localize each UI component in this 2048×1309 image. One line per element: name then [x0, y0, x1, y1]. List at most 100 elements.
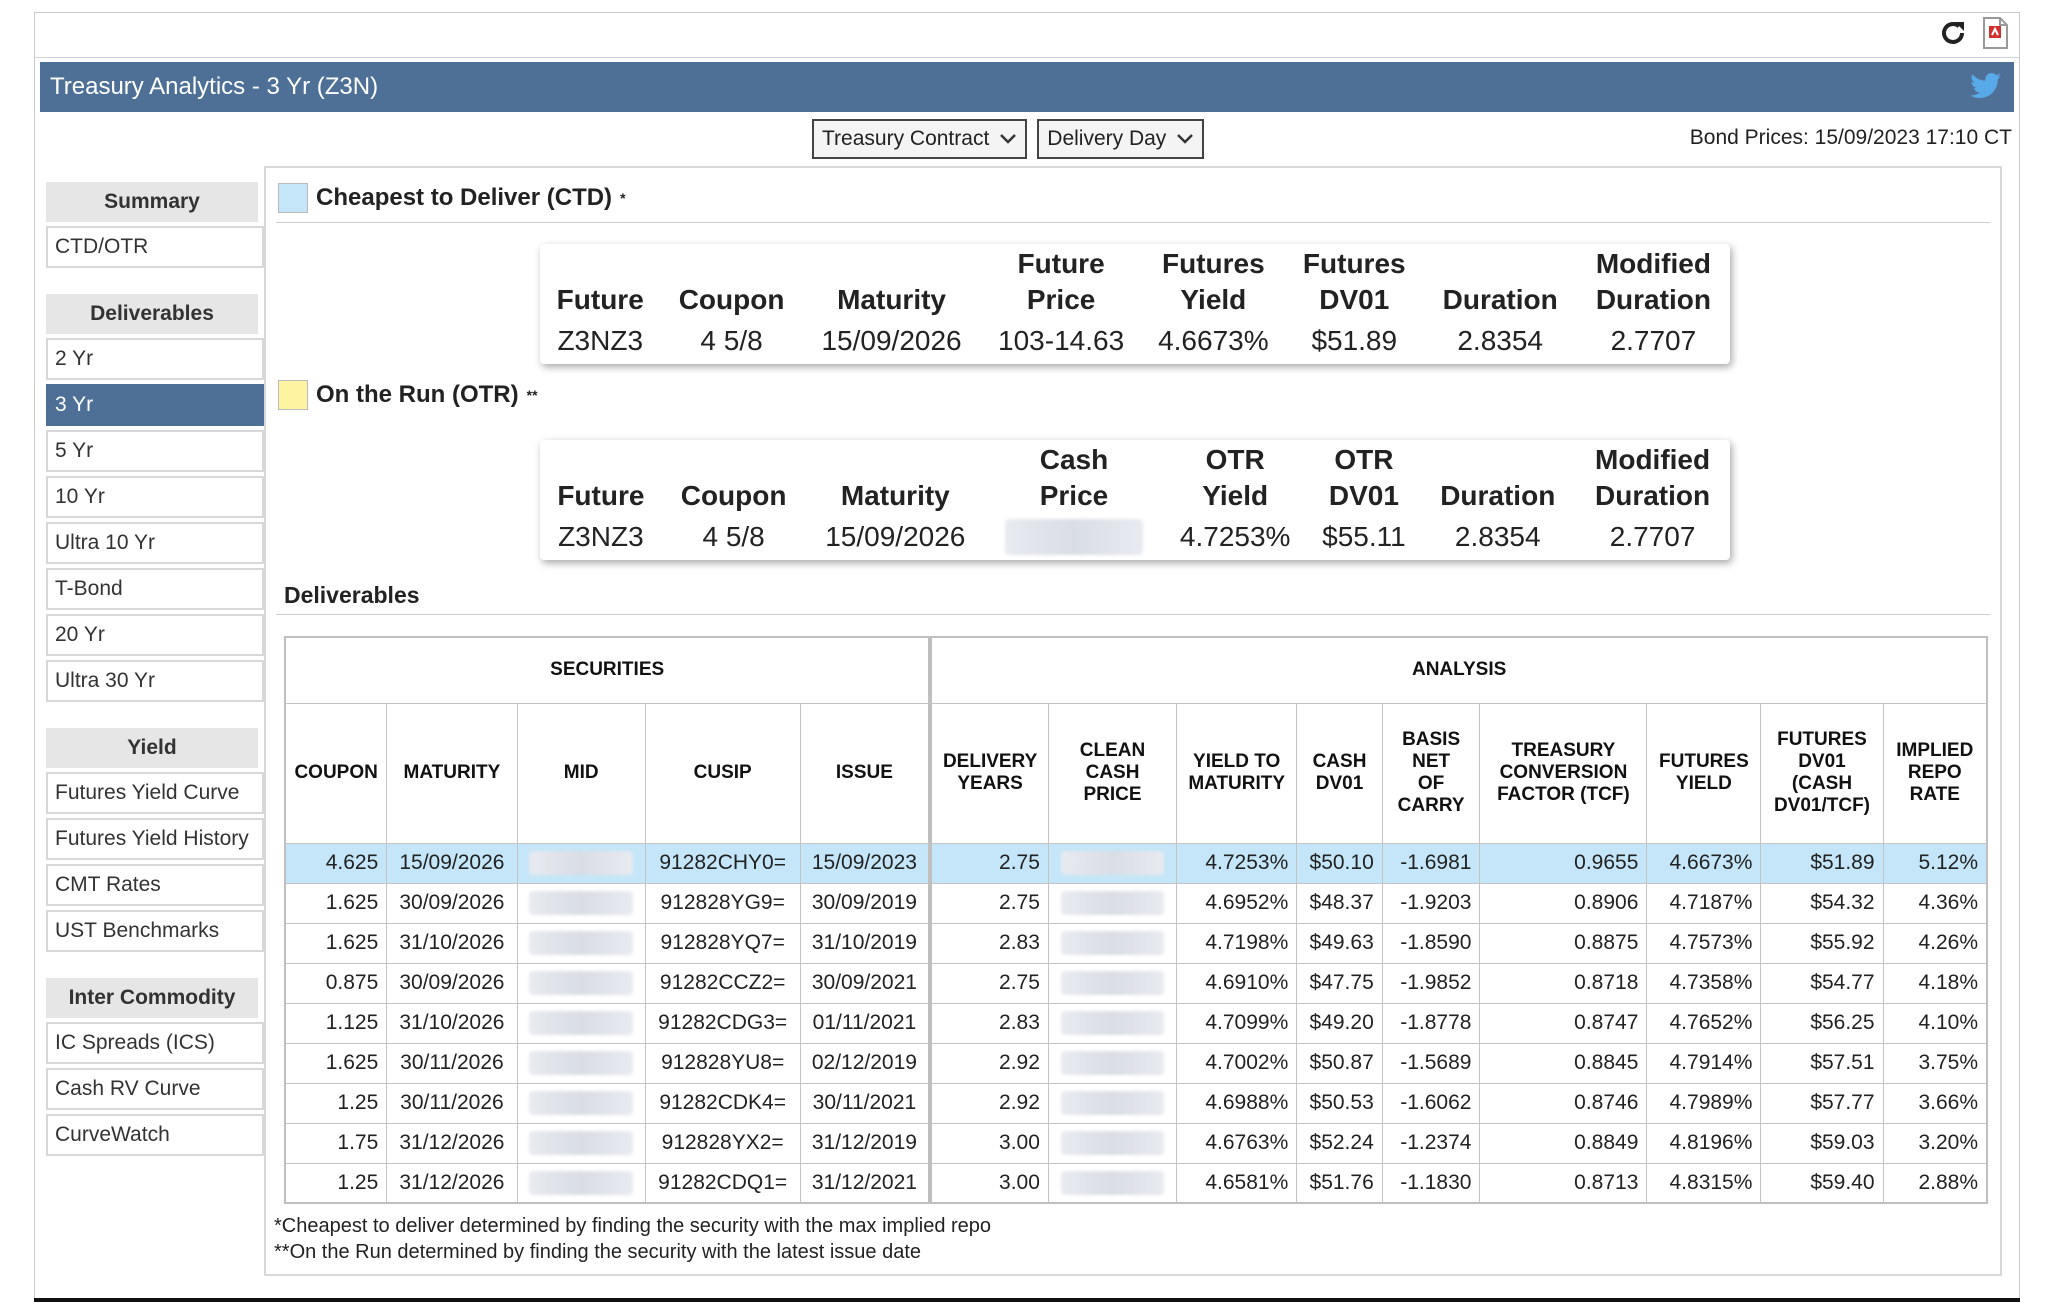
table-cell-text: $59.40 — [1810, 1170, 1875, 1194]
deliverables-col-header: TREASURY CONVERSION FACTOR (TCF) — [1479, 702, 1648, 844]
deliverables-col-header: CUSIP — [644, 702, 801, 844]
table-cell: 4.6988% — [1176, 1082, 1298, 1124]
sidebar-item-futures-yield-history[interactable]: Futures Yield History — [46, 818, 264, 860]
table-cell-text: 4.10% — [1918, 1011, 1978, 1034]
delivery-day-dropdown[interactable]: Delivery Day — [1037, 119, 1205, 159]
table-cell-text: 4.8196% — [1669, 1131, 1753, 1154]
masked-price: XXX.XXXX — [1060, 1131, 1165, 1155]
table-cell-text: 4.7914% — [1669, 1051, 1753, 1074]
twitter-icon[interactable] — [1970, 72, 2002, 107]
otr-col-header: Cash Price — [985, 440, 1163, 514]
otr-col-header-line: OTR — [1205, 444, 1265, 475]
table-cell-text: 30/09/2026 — [399, 891, 505, 914]
delivery-day-label: Delivery Day — [1047, 127, 1167, 150]
table-row[interactable]: 1.25 31/12/2026 XXX.XXXX 91282CDQ1= 31/12/20… — [284, 1162, 1988, 1204]
table-cell: $54.32 — [1760, 882, 1884, 924]
sidebar-item-ctd-otr[interactable]: CTD/OTR — [46, 226, 264, 268]
table-cell-text: 91282CDG3= — [658, 1011, 788, 1034]
table-cell: XXX.XXXX — [516, 962, 646, 1004]
sidebar-item-ic-spreads-ics[interactable]: IC Spreads (ICS) — [46, 1022, 264, 1064]
sidebar-item-t-bond[interactable]: T-Bond — [46, 568, 264, 610]
table-row[interactable]: 1.75 31/12/2026 XXX.XXXX 912828YX2= 31/12/20… — [284, 1122, 1988, 1164]
table-cell-text: 4.7573% — [1669, 931, 1753, 954]
table-cell-text: $57.51 — [1810, 1051, 1875, 1074]
treasury-contract-dropdown[interactable]: Treasury Contract — [812, 119, 1028, 159]
table-row[interactable]: 1.625 31/10/2026 XXX.XXXX 912828YQ7= 31/10/2… — [284, 922, 1988, 964]
filter-controls: Treasury Contract Delivery Day — [812, 119, 1205, 159]
masked-price: XXX.XXXX — [529, 891, 634, 915]
ctd-card: Future Coupon Maturity Future Price Futures Yi… — [540, 244, 1730, 364]
sidebar-item-ust-benchmarks[interactable]: UST Benchmarks — [46, 910, 264, 952]
deliverables-table: SECURITIES ANALYSIS COUPON MATURITY MID CUS… — [284, 636, 1988, 1204]
table-cell: -1.6981 — [1381, 842, 1481, 884]
sidebar-item-cmt-rates[interactable]: CMT Rates — [46, 864, 264, 906]
sidebar-item-futures-yield-curve[interactable]: Futures Yield Curve — [46, 772, 264, 814]
sidebar-item-ultra-10-yr[interactable]: Ultra 10 Yr — [46, 522, 264, 564]
sidebar-item-10-yr[interactable]: 10 Yr — [46, 476, 264, 518]
table-cell-text: 30/11/2026 — [400, 1051, 504, 1074]
table-cell: 4.7914% — [1646, 1042, 1762, 1084]
sidebar-group-heading: Summary — [46, 182, 258, 222]
table-cell-text: 2.92 — [999, 1091, 1040, 1114]
masked-price: XXX.XXXX — [529, 971, 634, 995]
ctd-heading-text: Cheapest to Deliver (CTD) — [316, 184, 613, 211]
otr-value: $55.11 — [1308, 514, 1421, 560]
deliverables-col-header-line: FUTURES — [1659, 751, 1749, 772]
masked-price: XXX.XXXX — [1060, 1091, 1165, 1115]
table-row[interactable]: 0.875 30/09/2026 XXX.XXXX 91282CCZ2= 30/09/2… — [284, 962, 1988, 1004]
table-cell: 4.7989% — [1646, 1082, 1762, 1124]
masked-price: XXX.XXXX — [1060, 1011, 1165, 1035]
masked-price: XXX.XXXX — [1060, 891, 1165, 915]
ctd-divider — [276, 222, 1990, 223]
deliverables-col-header-line: (CASH — [1791, 773, 1853, 794]
table-row[interactable]: 1.625 30/11/2026 XXX.XXXX 912828YU8= 02/12/2… — [284, 1042, 1988, 1084]
table-cell: 1.625 — [284, 1042, 388, 1084]
table-cell-text: 31/12/2026 — [399, 1131, 505, 1154]
ctd-value: 15/09/2026 — [803, 318, 981, 364]
sidebar-item-cash-rv-curve[interactable]: Cash RV Curve — [46, 1068, 264, 1110]
deliverables-col-header-line: COUPON — [294, 762, 378, 783]
ctd-value-text: 2.8354 — [1457, 325, 1543, 356]
ctd-summary-table: Future Coupon Maturity Future Price Futures Yi… — [540, 244, 1730, 364]
sidebar-item-3-yr[interactable]: 3 Yr — [46, 384, 264, 426]
table-cell: 1.625 — [284, 922, 388, 964]
masked-price: XXX.XXXX — [1060, 931, 1165, 955]
securities-group-header: SECURITIES — [284, 636, 933, 704]
deliverables-col-header: FUTURES YIELD — [1646, 702, 1762, 844]
table-row[interactable]: 1.125 31/10/2026 XXX.XXXX 91282CDG3= 01/11/2… — [284, 1002, 1988, 1044]
table-cell: 3.00 — [929, 1122, 1049, 1164]
pdf-icon[interactable] — [1978, 16, 2012, 50]
sidebar-item-ultra-30-yr[interactable]: Ultra 30 Yr — [46, 660, 264, 702]
table-row[interactable]: 1.25 30/11/2026 XXX.XXXX 91282CDK4= 30/11/20… — [284, 1082, 1988, 1124]
table-cell-text: 912828YG9= — [660, 891, 785, 914]
table-cell-text: 4.26% — [1918, 931, 1978, 954]
sidebar-item-2-yr[interactable]: 2 Yr — [46, 338, 264, 380]
table-cell: $47.75 — [1296, 962, 1383, 1004]
deliverables-col-header-line: CLEAN — [1079, 740, 1146, 761]
table-cell-text: 4.625 — [325, 851, 379, 874]
sidebar-item-20-yr[interactable]: 20 Yr — [46, 614, 264, 656]
sidebar-item-5-yr[interactable]: 5 Yr — [46, 430, 264, 472]
table-cell-text: 0.9655 — [1574, 851, 1639, 874]
main-panel: Cheapest to Deliver (CTD) * Future Coupon M… — [264, 166, 2002, 1276]
ctd-value-text: 103-14.63 — [998, 325, 1125, 356]
masked-price: XXX.XXXX — [529, 1170, 634, 1195]
table-cell-text: 2.75 — [999, 891, 1040, 914]
ctd-col-header: Futures Yield — [1142, 244, 1285, 318]
table-cell: 3.66% — [1882, 1082, 1988, 1124]
table-cell: XXX.XXXX — [1047, 1002, 1178, 1044]
table-row[interactable]: 1.625 30/09/2026 XXX.XXXX 912828YG9= 30/09/2… — [284, 882, 1988, 924]
sidebar-item-curvewatch[interactable]: CurveWatch — [46, 1114, 264, 1156]
table-cell-text: 4.6673% — [1669, 851, 1753, 874]
ctd-col-header-line: Coupon — [678, 284, 785, 315]
table-cell: 0.8746 — [1479, 1082, 1648, 1124]
otr-col-header-line: Coupon — [680, 480, 787, 511]
table-cell-text: -1.8590 — [1400, 931, 1472, 954]
table-row[interactable]: 4.625 15/09/2026 XXX.XXXX 91282CHY0= 15/09/2… — [284, 842, 1988, 884]
page-title: Treasury Analytics - 3 Yr (Z3N) — [50, 73, 379, 100]
deliverables-col-header: FUTURES DV01 (CASH DV01/TCF) — [1760, 702, 1884, 844]
refresh-icon[interactable] — [1936, 16, 1970, 50]
masked-price: XXX.XXXX — [1060, 851, 1165, 875]
table-cell-text: 91282CCZ2= — [659, 971, 786, 994]
